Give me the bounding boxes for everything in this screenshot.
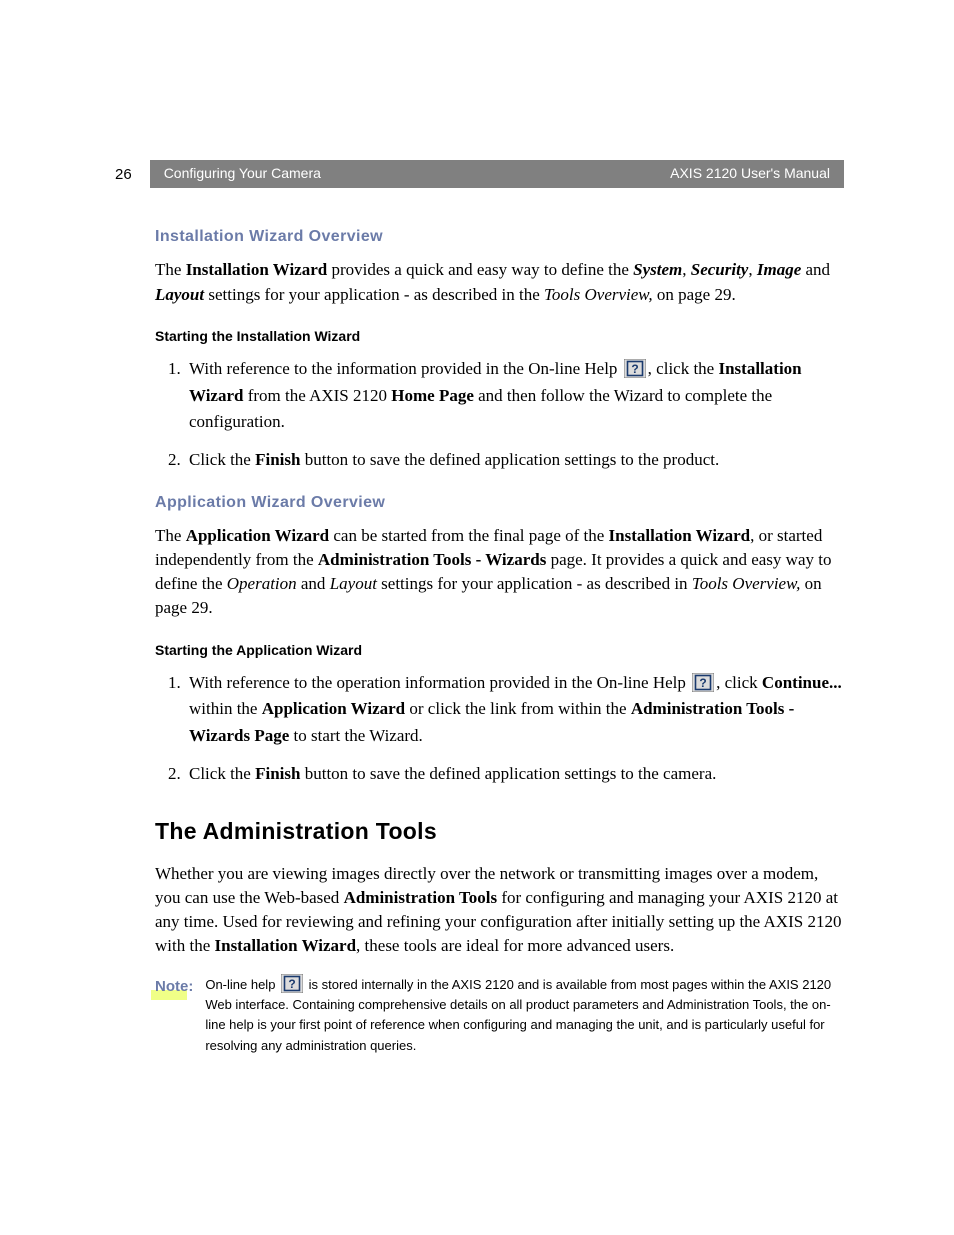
list-item: Click the Finish button to save the defi…: [185, 761, 844, 787]
page-content: Installation Wizard Overview The Install…: [115, 226, 844, 1056]
help-icon: ?: [692, 673, 714, 692]
ordered-list-installation: With reference to the information provid…: [155, 356, 844, 473]
header-manual-title: AXIS 2120 User's Manual: [656, 160, 844, 188]
help-icon: ?: [624, 359, 646, 378]
svg-text:?: ?: [631, 362, 638, 376]
subheading-starting-application-wizard: Starting the Application Wizard: [155, 641, 844, 661]
page-header: 26 Configuring Your Camera AXIS 2120 Use…: [115, 160, 844, 188]
heading-administration-tools: The Administration Tools: [155, 815, 844, 847]
note-label: Note:: [155, 978, 193, 995]
page-number: 26: [115, 160, 150, 188]
list-item: Click the Finish button to save the defi…: [185, 447, 844, 473]
document-page: 26 Configuring Your Camera AXIS 2120 Use…: [0, 0, 954, 1235]
list-item: With reference to the operation informat…: [185, 670, 844, 749]
paragraph-installation-intro: The Installation Wizard provides a quick…: [155, 258, 844, 306]
svg-text:?: ?: [699, 676, 706, 690]
ordered-list-application: With reference to the operation informat…: [155, 670, 844, 787]
paragraph-admin-tools: Whether you are viewing images directly …: [155, 862, 844, 959]
note-text: On-line help ? is stored internally in t…: [205, 974, 844, 1056]
note-block: Note: On-line help ? is stored internall…: [155, 974, 844, 1056]
subheading-starting-installation-wizard: Starting the Installation Wizard: [155, 327, 844, 347]
header-section-title: Configuring Your Camera: [150, 160, 656, 188]
help-icon: ?: [281, 974, 303, 993]
list-item: With reference to the information provid…: [185, 356, 844, 435]
heading-installation-wizard-overview: Installation Wizard Overview: [155, 226, 844, 248]
note-label-wrap: Note:: [155, 974, 193, 1056]
svg-text:?: ?: [288, 977, 295, 991]
paragraph-application-intro: The Application Wizard can be started fr…: [155, 524, 844, 621]
heading-application-wizard-overview: Application Wizard Overview: [155, 492, 844, 514]
